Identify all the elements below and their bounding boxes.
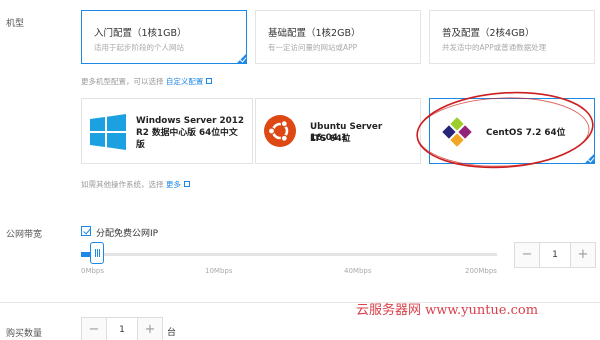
custom-config-link[interactable]: 自定义配置: [166, 77, 204, 86]
config-more-text: 更多机型配置，可以选择: [81, 77, 164, 86]
external-link-icon: [206, 78, 213, 84]
bandwidth-increase-button[interactable]: +: [571, 243, 595, 267]
config-card-standard[interactable]: 普及配置（2核4GB） 并发适中的APP或普通数据处理: [429, 10, 595, 64]
os-name-line2: LTS 64位: [310, 134, 351, 144]
free-ip-checkbox[interactable]: [81, 226, 91, 236]
quantity-decrease-button[interactable]: −: [82, 318, 106, 340]
tick-label: 200Mbps: [465, 267, 497, 275]
os-card-ubuntu[interactable]: Ubuntu Server 16.04.1 LTS 64位: [255, 98, 421, 164]
quantity-unit: 台: [167, 328, 177, 338]
quantity-increase-button[interactable]: +: [138, 318, 162, 340]
bandwidth-label: 公网带宽: [6, 230, 43, 240]
config-title: 普及配置（2核4GB）: [442, 28, 535, 39]
bandwidth-decrease-button[interactable]: −: [515, 243, 539, 267]
os-more-text: 如需其他操作系统，选择: [81, 180, 164, 189]
os-card-windows[interactable]: Windows Server 2012 R2 数据中心版 64位中文 版: [81, 98, 253, 164]
quantity-label: 购买数量: [6, 329, 43, 339]
ubuntu-logo-icon: [264, 115, 296, 147]
config-desc: 并发适中的APP或普通数据处理: [442, 43, 547, 52]
tick-label: 40Mbps: [344, 267, 372, 275]
bandwidth-slider-track[interactable]: [81, 253, 497, 256]
config-desc: 适用于起步阶段的个人网站: [94, 43, 184, 52]
more-os-link[interactable]: 更多: [166, 180, 181, 189]
config-title: 基础配置（1核2GB）: [268, 28, 361, 39]
config-card-basic[interactable]: 基础配置（1核2GB） 有一定访问量的网站或APP: [255, 10, 421, 64]
quantity-value[interactable]: 1: [106, 318, 138, 340]
free-ip-label: 分配免费公网IP: [96, 229, 159, 239]
tick-label: 10Mbps: [205, 267, 233, 275]
tick-label: 0Mbps: [81, 267, 105, 275]
windows-logo-icon: [90, 114, 126, 150]
quantity-stepper: − 1 +: [81, 317, 163, 340]
os-more-hint: 如需其他操作系统，选择 更多: [81, 179, 190, 190]
os-name-line3: 版: [136, 140, 145, 150]
config-desc: 有一定访问量的网站或APP: [268, 43, 358, 52]
selected-check-icon: [237, 54, 246, 63]
config-title: 入门配置（1核1GB）: [94, 28, 187, 39]
annotation-circle: [416, 91, 594, 169]
config-more-hint: 更多机型配置，可以选择 自定义配置: [81, 76, 213, 87]
bandwidth-value[interactable]: 1: [539, 243, 571, 267]
config-card-starter[interactable]: 入门配置（1核1GB） 适用于起步阶段的个人网站: [81, 10, 247, 64]
os-name-line2: R2 数据中心版 64位中文: [136, 128, 238, 138]
server-type-label: 机型: [6, 19, 25, 29]
external-link-icon: [183, 181, 190, 187]
watermark-text: 云服务器网 www.yuntue.com: [356, 303, 539, 318]
bandwidth-stepper: − 1 +: [514, 242, 596, 268]
os-name-line1: Windows Server 2012: [136, 116, 244, 126]
bandwidth-slider-handle[interactable]: [90, 242, 104, 264]
